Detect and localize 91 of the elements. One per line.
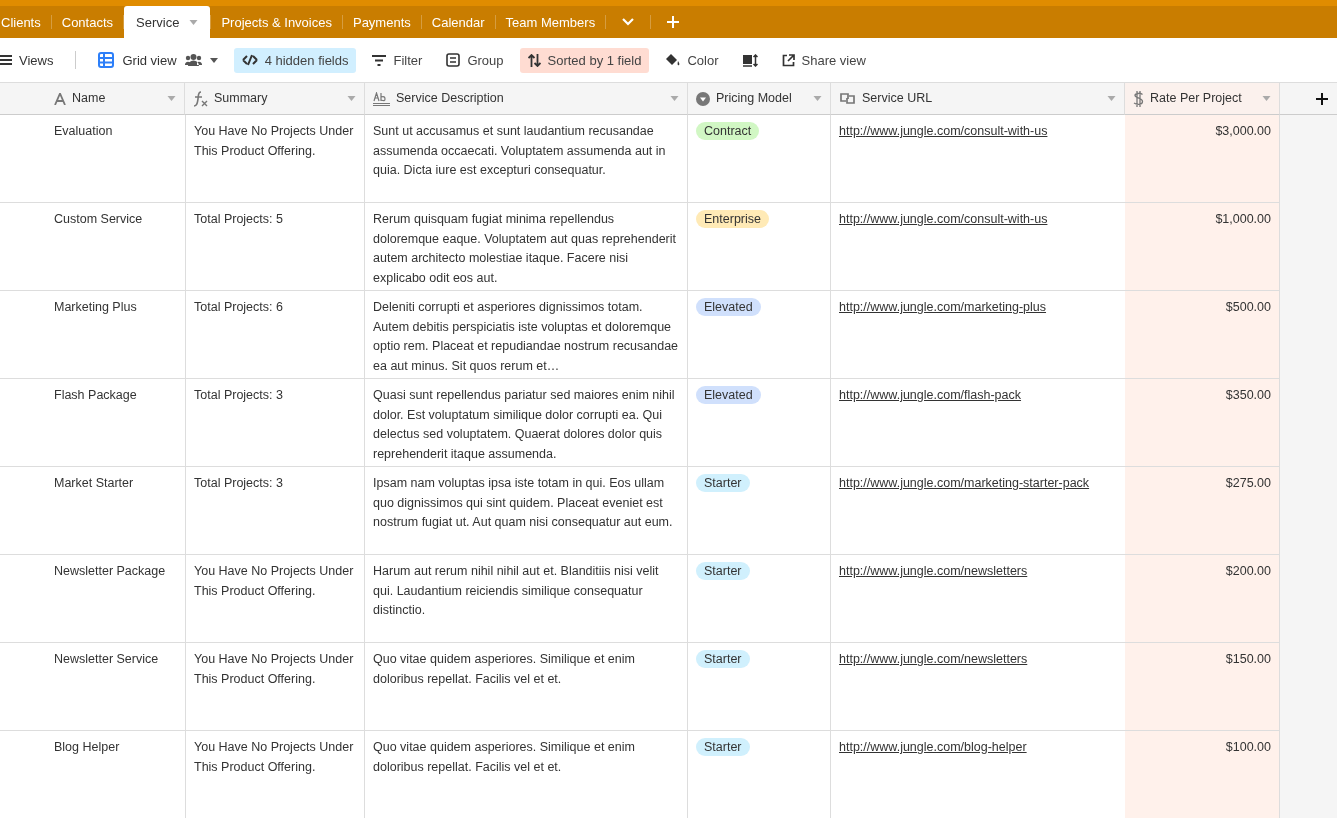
service-link[interactable]: http://www.jungle.com/blog-helper bbox=[839, 740, 1027, 754]
pricing-tag: Starter bbox=[696, 738, 750, 756]
name-cell: Flash Package bbox=[46, 379, 185, 467]
caret-icon bbox=[670, 96, 679, 101]
summary-cell: Total Projects: 6 bbox=[185, 291, 365, 379]
description-cell: Deleniti corrupti et asperiores dignissimos totam. Autem debitis perspiciatis iste voluptas et doloremque optio rem. Placeat et repudiandae nostrum recusandae ea aut minus. Sit quos rerum et… bbox=[365, 291, 688, 379]
column-header[interactable]: Rate Per Project bbox=[1125, 83, 1280, 115]
rate-cell: $200.00 bbox=[1125, 555, 1280, 643]
pricing-tag: Enterprise bbox=[696, 210, 769, 228]
menu-icon bbox=[0, 55, 12, 65]
service-link[interactable]: http://www.jungle.com/consult-with-us bbox=[839, 124, 1048, 138]
grid-view-button[interactable]: Grid view bbox=[90, 47, 226, 73]
caret-icon bbox=[189, 19, 199, 25]
summary-cell: You Have No Projects Under This Product Offering. bbox=[185, 731, 365, 818]
description-cell: Sunt ut accusamus et sunt laudantium recusandae assumenda occaecati. Voluptatem assumenda aut in quia. Dicta iure est excepturi consequatur. bbox=[365, 115, 688, 203]
group-icon bbox=[446, 53, 461, 67]
service-link[interactable]: http://www.jungle.com/newsletters bbox=[839, 564, 1028, 578]
caret-icon bbox=[813, 96, 822, 101]
name-cell: Blog Helper bbox=[46, 731, 185, 818]
service-link[interactable]: http://www.jungle.com/consult-with-us bbox=[839, 212, 1048, 226]
pricing-tag: Starter bbox=[696, 650, 750, 668]
name-cell: Marketing Plus bbox=[46, 291, 185, 379]
description-cell: Quasi sunt repellendus pariatur sed maiores enim nihil dolor. Est voluptatum similique dolor corrupti ea. Qui delectus sed voluptatem. Quaerat dolores dolor quis reprehenderit itaque assumenda. bbox=[365, 379, 688, 467]
sort-icon bbox=[527, 53, 541, 67]
long-text-icon bbox=[373, 91, 390, 106]
summary-cell: Total Projects: 5 bbox=[185, 203, 365, 291]
add-column-button[interactable] bbox=[1316, 92, 1328, 105]
pricing-tag: Contract bbox=[696, 122, 760, 140]
formula-icon bbox=[193, 90, 208, 107]
column-header[interactable]: Name bbox=[46, 83, 185, 115]
caret-icon bbox=[1262, 96, 1271, 101]
service-link[interactable]: http://www.jungle.com/flash-pack bbox=[839, 388, 1022, 402]
paint-bucket-icon bbox=[665, 53, 681, 67]
share-icon bbox=[781, 53, 795, 67]
tab[interactable]: Service bbox=[124, 6, 211, 38]
row-height-icon bbox=[742, 53, 758, 67]
rate-cell: $1,000.00 bbox=[1125, 203, 1280, 291]
hidden-fields-button[interactable]: 4 hidden fields bbox=[233, 47, 357, 73]
summary-cell: You Have No Projects Under This Product Offering. bbox=[185, 555, 365, 643]
column-header[interactable]: Service URL bbox=[831, 83, 1125, 115]
people-icon bbox=[184, 54, 202, 66]
pricing-tag: Starter bbox=[696, 562, 750, 580]
caret-icon bbox=[209, 57, 218, 63]
service-link[interactable]: http://www.jungle.com/newsletters bbox=[839, 652, 1028, 666]
pricing-tag: Elevated bbox=[696, 298, 761, 316]
description-cell: Harum aut rerum nihil nihil aut et. Blanditiis nisi velit qui. Laudantium reiciendis similique consequatur distinctio. bbox=[365, 555, 688, 643]
name-cell: Market Starter bbox=[46, 467, 185, 555]
service-link[interactable]: http://www.jungle.com/marketing-starter-pack bbox=[839, 476, 1090, 490]
description-cell: Quo vitae quidem asperiores. Similique et enim doloribus repellat. Facilis vel et et. bbox=[365, 643, 688, 731]
rate-cell: $500.00 bbox=[1125, 291, 1280, 379]
chevron-down-icon bbox=[622, 18, 635, 26]
summary-cell: Total Projects: 3 bbox=[185, 467, 365, 555]
caret-icon bbox=[347, 96, 356, 101]
color-button[interactable]: Color bbox=[657, 47, 727, 73]
description-cell: Rerum quisquam fugiat minima repellendus doloremque eaque. Voluptatem aut quas reprehenderit autem architecto molestiae itaque. Facere nisi explicabo odit eos aut. bbox=[365, 203, 688, 291]
single-select-icon bbox=[696, 91, 710, 106]
share-view-button[interactable]: Share view bbox=[773, 47, 874, 73]
caret-icon bbox=[167, 96, 176, 101]
filter-icon bbox=[372, 54, 387, 66]
column-header[interactable]: Summary bbox=[185, 83, 365, 115]
currency-icon bbox=[1133, 90, 1144, 107]
group-button[interactable]: Group bbox=[438, 47, 512, 73]
filter-button[interactable]: Filter bbox=[364, 47, 431, 73]
summary-cell: Total Projects: 3 bbox=[185, 379, 365, 467]
views-button[interactable]: Views bbox=[0, 47, 62, 73]
rate-cell: $3,000.00 bbox=[1125, 115, 1280, 203]
pricing-tag: Elevated bbox=[696, 386, 761, 404]
sort-button[interactable]: Sorted by 1 field bbox=[519, 47, 650, 73]
column-header[interactable]: Pricing Model bbox=[688, 83, 831, 115]
name-cell: Evaluation bbox=[46, 115, 185, 203]
rate-cell: $350.00 bbox=[1125, 379, 1280, 467]
add-icon bbox=[667, 16, 680, 28]
add-icon bbox=[1316, 92, 1328, 105]
text-field-icon bbox=[54, 92, 66, 105]
rate-cell: $100.00 bbox=[1125, 731, 1280, 818]
summary-cell: You Have No Projects Under This Product Offering. bbox=[185, 115, 365, 203]
description-cell: Quo vitae quidem asperiores. Similique et enim doloribus repellat. Facilis vel et et. bbox=[365, 731, 688, 818]
pricing-tag: Starter bbox=[696, 474, 750, 492]
grid-icon bbox=[98, 52, 115, 68]
name-cell: Newsletter Service bbox=[46, 643, 185, 731]
rate-cell: $150.00 bbox=[1125, 643, 1280, 731]
header-cell bbox=[0, 83, 46, 115]
description-cell: Ipsam nam voluptas ipsa iste totam in qui. Eos ullam quo dignissimos qui sint quidem. Placeat eveniet est nostrum fugiat ut. Aut quam nisi consequatur aut eum. bbox=[365, 467, 688, 555]
service-link[interactable]: http://www.jungle.com/marketing-plus bbox=[839, 300, 1047, 314]
caret-icon bbox=[1107, 96, 1116, 101]
rate-cell: $275.00 bbox=[1125, 467, 1280, 555]
name-cell: Newsletter Package bbox=[46, 555, 185, 643]
column-header[interactable]: Service Description bbox=[365, 83, 688, 115]
link-icon bbox=[839, 93, 856, 104]
summary-cell: You Have No Projects Under This Product Offering. bbox=[185, 643, 365, 731]
name-cell: Custom Service bbox=[46, 203, 185, 291]
